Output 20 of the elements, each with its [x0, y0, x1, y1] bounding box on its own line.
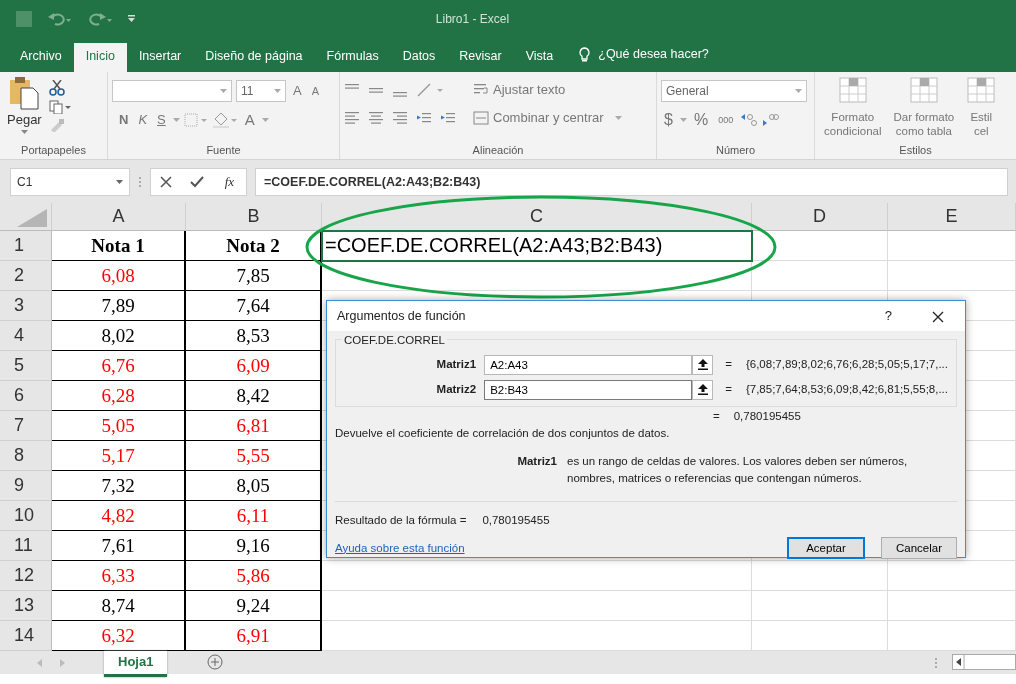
- function-description: Devuelve el coeficiente de correlación de dos conjuntos de datos.: [335, 427, 670, 440]
- group-label: Estilos: [899, 144, 932, 156]
- group-label: Fuente: [206, 144, 241, 156]
- result-label: Resultado de la fórmula =: [335, 513, 467, 528]
- equals-sign: =: [724, 356, 732, 372]
- group-label: Número: [715, 144, 756, 156]
- argument-result: {7,85;7,64;8,53;6,09;8,42;6,81;5,55;8,...: [744, 381, 948, 397]
- argument-label: Matriz2: [435, 381, 478, 397]
- dialog-title: Argumentos de función: [337, 307, 467, 325]
- group-label: Alineación: [472, 144, 524, 156]
- formula-result: 0,780195455: [482, 513, 550, 528]
- argument-help-label: Matriz1: [516, 453, 558, 469]
- formula-total: 0,780195455: [733, 410, 801, 422]
- argument-result: {6,08;7,89;8,02;6,76;6,28;5,05;5,17;7,...: [744, 356, 948, 372]
- group-label: Portapapeles: [21, 144, 86, 156]
- window-title: Libro1 - Excel: [435, 12, 510, 26]
- argument-label: Matriz1: [435, 356, 478, 372]
- equals-sign: =: [713, 410, 720, 422]
- equals-sign: =: [724, 381, 732, 397]
- argument-help-text: es un rango de celdas de valores. Los valores deben ser números, nombres, matrices o referencias que contengan números.: [567, 453, 909, 486]
